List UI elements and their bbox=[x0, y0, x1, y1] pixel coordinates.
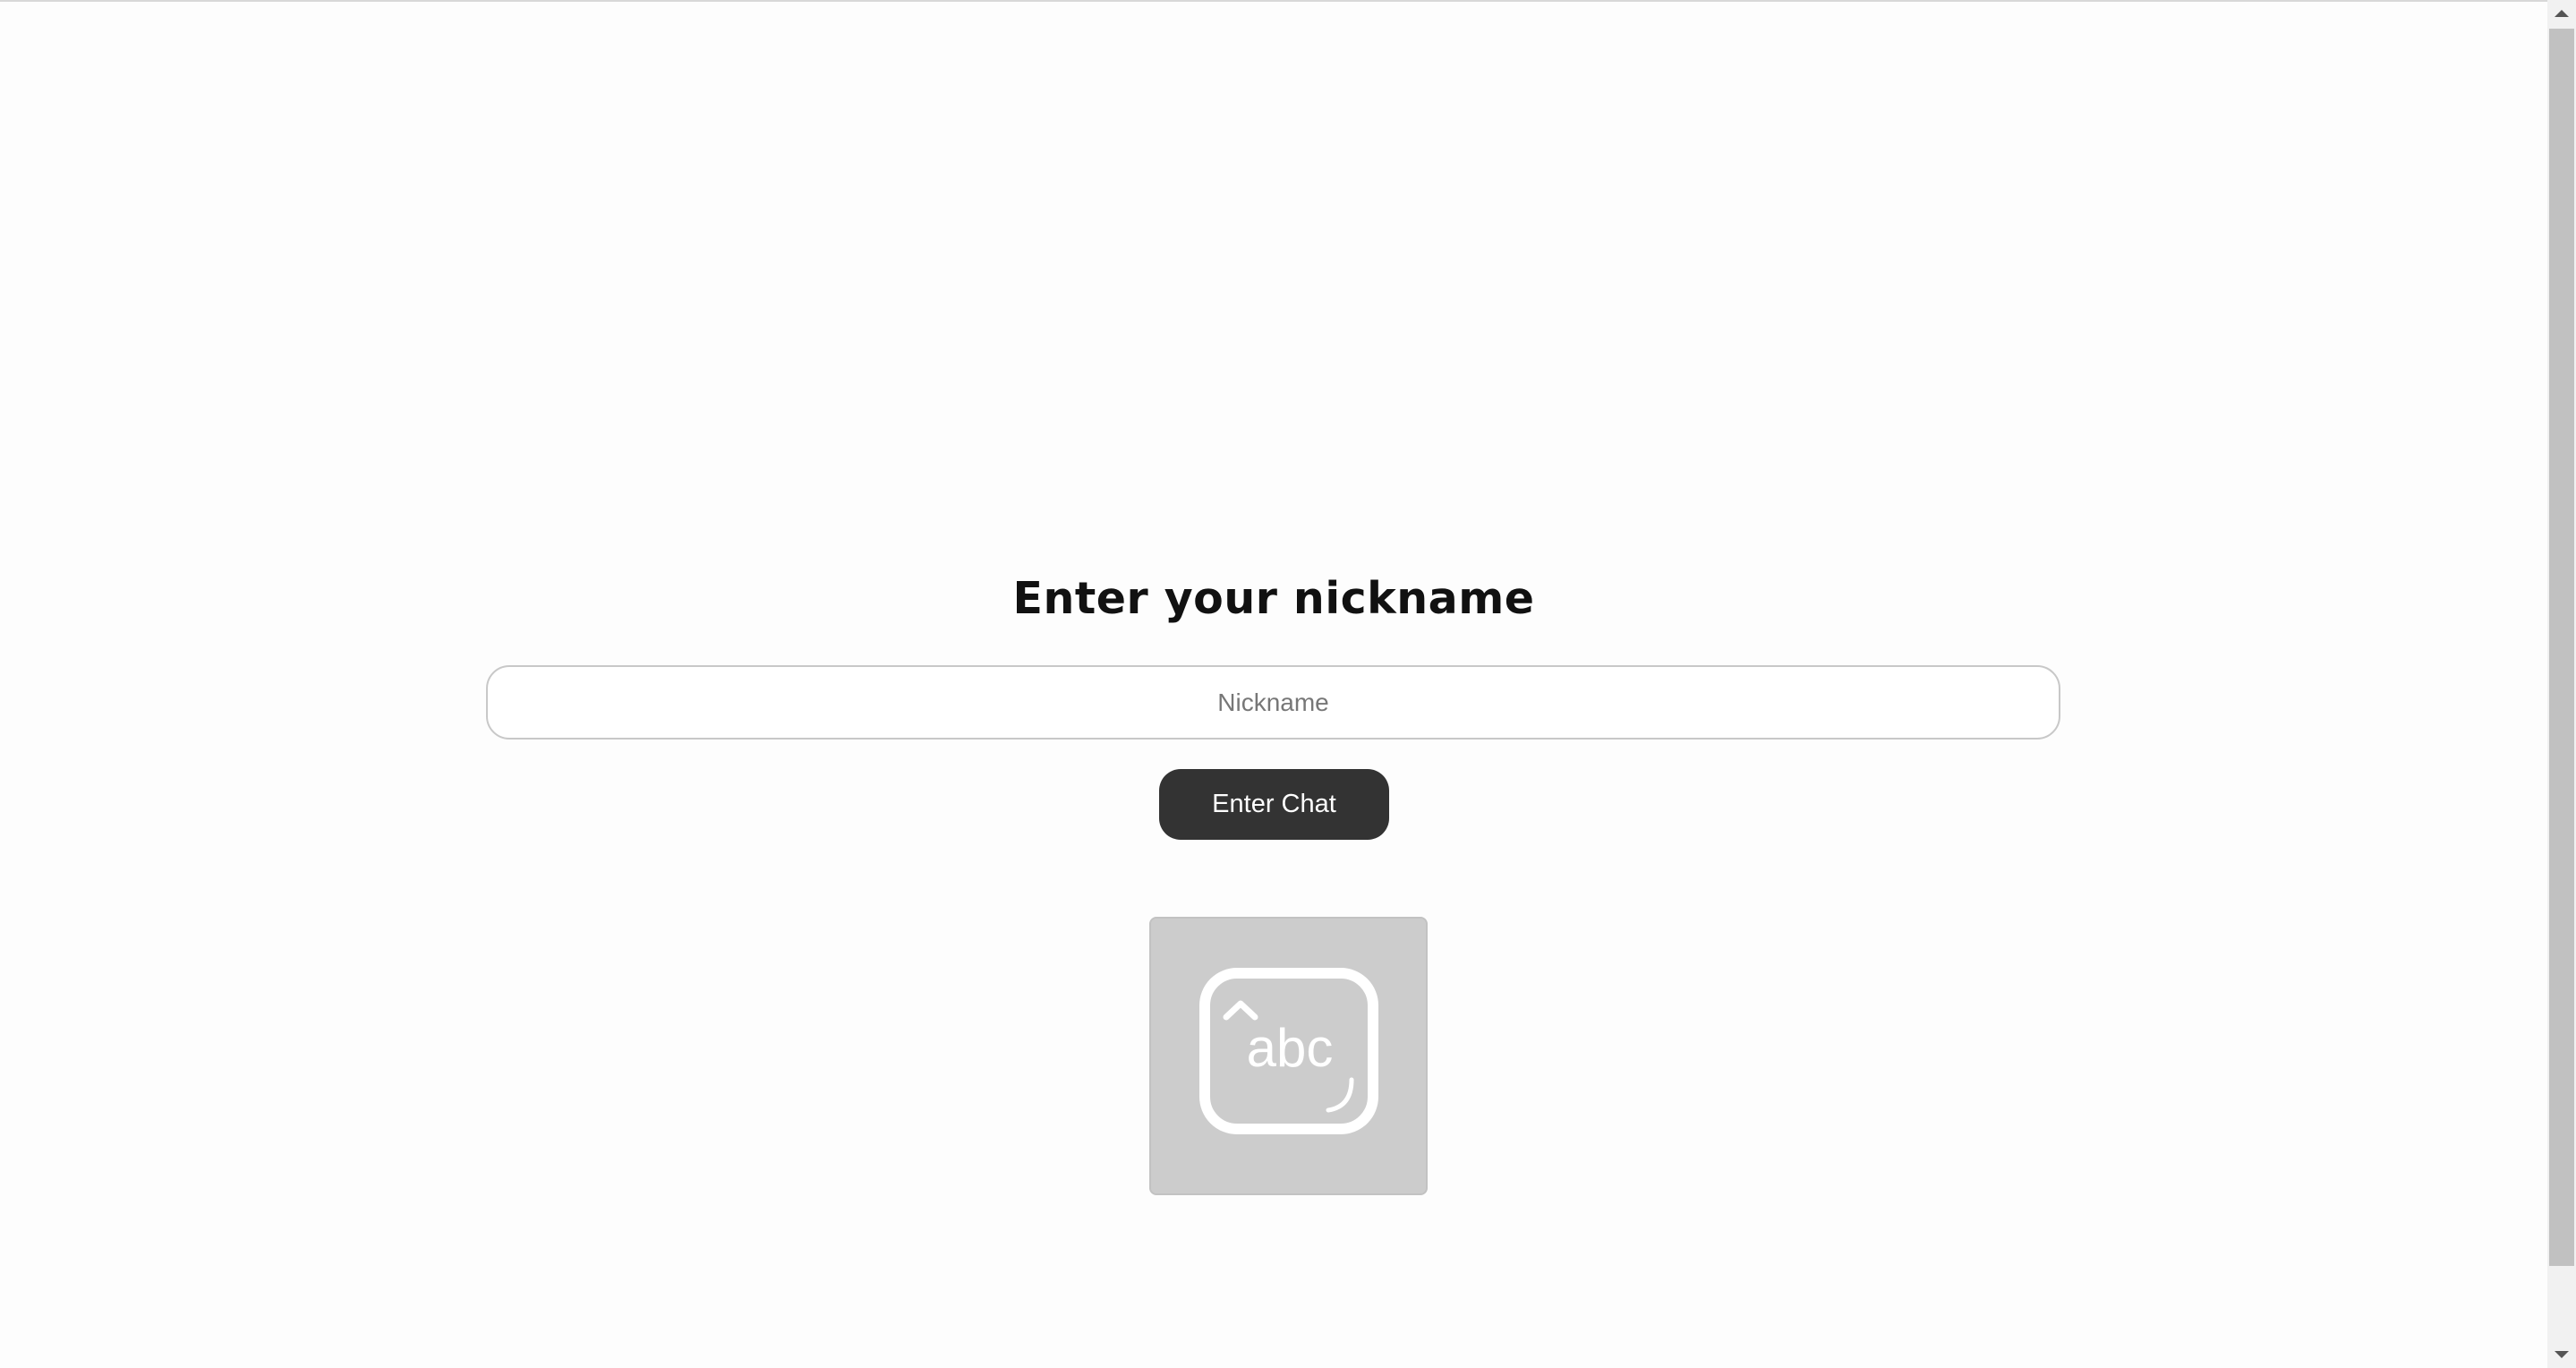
keyboard-icon-tile[interactable]: abc bbox=[1149, 917, 1428, 1195]
scroll-down-arrow-icon[interactable] bbox=[2547, 1341, 2576, 1368]
page: Enter your nickname Enter Chat abc bbox=[0, 0, 2576, 1368]
keyboard-icon: abc bbox=[1199, 968, 1378, 1134]
main-content: Enter your nickname Enter Chat abc bbox=[0, 2, 2547, 1368]
vertical-scrollbar[interactable] bbox=[2547, 0, 2576, 1368]
nickname-input[interactable] bbox=[486, 665, 2060, 740]
page-title: Enter your nickname bbox=[1012, 573, 1535, 624]
scrollbar-thumb[interactable] bbox=[2549, 29, 2574, 1266]
scroll-up-arrow-icon[interactable] bbox=[2547, 0, 2576, 27]
enter-chat-button[interactable]: Enter Chat bbox=[1159, 769, 1389, 840]
keyboard-icon-label: abc bbox=[1247, 1018, 1334, 1078]
